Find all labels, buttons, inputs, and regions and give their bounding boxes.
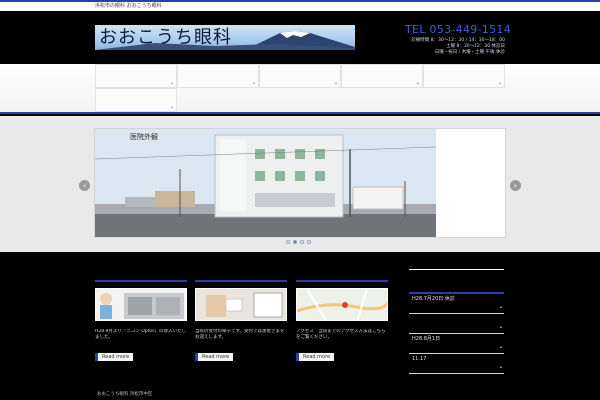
news-item-label: H28.8月1日 bbox=[412, 336, 441, 342]
news-item-label: H28.7月20日 休診 bbox=[412, 296, 455, 302]
caret-icon: ▴ bbox=[170, 104, 173, 109]
header: おおこうち眼科 TEL 053-449-1514 診療時間 8：30～12：30… bbox=[0, 11, 600, 64]
feature-card: 当院の受付の様子です。受付では患者さまをお迎えします。 Read more bbox=[195, 280, 287, 362]
hours-line: 日曜・祝日 / 木曜・土曜 午後 休診 bbox=[434, 50, 505, 55]
feature-thumbnail[interactable] bbox=[296, 288, 388, 321]
caret-icon: ▴ bbox=[499, 364, 502, 369]
nav-item[interactable]: ▴ bbox=[177, 64, 259, 88]
read-more-button[interactable]: Read more bbox=[95, 353, 134, 361]
reception-image bbox=[196, 289, 286, 320]
slider-next-button[interactable]: › bbox=[510, 180, 521, 191]
image-slider: 医院外観 bbox=[94, 128, 506, 238]
site-logo[interactable]: おおこうち眼科 bbox=[95, 25, 355, 50]
phone-number[interactable]: TEL 053-449-1514 bbox=[405, 23, 511, 36]
feature-thumbnail[interactable] bbox=[95, 288, 187, 321]
news-item[interactable]: 11.17 ▴ bbox=[409, 354, 504, 374]
caret-icon: ▴ bbox=[170, 80, 173, 85]
nav-item[interactable]: ▴ bbox=[95, 88, 177, 112]
feature-thumbnail[interactable] bbox=[195, 288, 287, 321]
read-more-button[interactable]: Read more bbox=[296, 353, 335, 361]
caret-icon: ▴ bbox=[499, 324, 502, 329]
footer-text: おおこうち眼科 浜松市中区 bbox=[97, 392, 153, 397]
news-item[interactable]: H28.8月1日 ▴ bbox=[409, 334, 504, 354]
logo-text: おおこうち眼科 bbox=[99, 27, 232, 48]
clinic-exterior-photo: 医院外観 bbox=[95, 129, 436, 237]
nav-item[interactable]: ▴ bbox=[341, 64, 423, 88]
page: 浜松市の眼科 おおこうち眼科 おおこうち眼科 TEL 053-449-1514 … bbox=[0, 0, 600, 400]
news-item-label: 11.17 bbox=[412, 356, 427, 362]
slider-dot[interactable] bbox=[300, 240, 304, 244]
access-map-image bbox=[297, 289, 387, 320]
caret-icon: ▴ bbox=[334, 80, 337, 85]
slide-caption: 医院外観 bbox=[130, 133, 158, 141]
slider-dot[interactable] bbox=[293, 240, 297, 244]
read-more-button[interactable]: Read more bbox=[195, 353, 234, 361]
caret-icon: ▴ bbox=[498, 80, 501, 85]
clinic-building-image bbox=[95, 129, 436, 237]
news-sidebar: H28.7月20日 休診 ▴ ▴ H28.8月1日 ▴ 11.17 ▴ bbox=[409, 269, 504, 374]
feature-rule bbox=[95, 280, 187, 282]
tagline: 浜松市の眼科 おおこうち眼科 bbox=[95, 3, 162, 9]
feature-text: アクセス 当院までのアクセス方法はこちらをご覧ください。 bbox=[296, 329, 386, 340]
news-item[interactable]: H28.7月20日 休診 ▴ bbox=[409, 294, 504, 314]
slider-prev-button[interactable]: ‹ bbox=[79, 180, 90, 191]
slider-pagination bbox=[286, 229, 314, 248]
nav-item[interactable]: ▴ bbox=[423, 64, 505, 88]
feature-text: H28.9月より「ニコン Optos」の導入いたしました。 bbox=[95, 329, 187, 340]
top-bar: 浜松市の眼科 おおこうち眼科 bbox=[0, 0, 600, 11]
feature-rule bbox=[195, 280, 287, 282]
caret-icon: ▴ bbox=[499, 344, 502, 349]
feature-rule bbox=[296, 280, 388, 282]
main-nav: ▴ ▴ ▴ ▴ ▴ ▴ bbox=[0, 64, 600, 114]
feature-card: アクセス 当院までのアクセス方法はこちらをご覧ください。 Read more bbox=[296, 280, 388, 362]
feature-text: 当院の受付の様子です。受付では患者さまをお迎えします。 bbox=[195, 329, 285, 340]
caret-icon: ▴ bbox=[252, 80, 255, 85]
caret-icon: ▴ bbox=[416, 80, 419, 85]
news-item[interactable]: ▴ bbox=[409, 314, 504, 334]
nav-item[interactable]: ▴ bbox=[95, 64, 177, 88]
feature-card: H28.9月より「ニコン Optos」の導入いたしました。 Read more bbox=[95, 280, 187, 362]
staff-illustration-image bbox=[96, 289, 186, 320]
slider-dot[interactable] bbox=[307, 240, 311, 244]
slider-dot[interactable] bbox=[286, 240, 290, 244]
caret-icon: ▴ bbox=[499, 304, 502, 309]
nav-item[interactable]: ▴ bbox=[259, 64, 341, 88]
